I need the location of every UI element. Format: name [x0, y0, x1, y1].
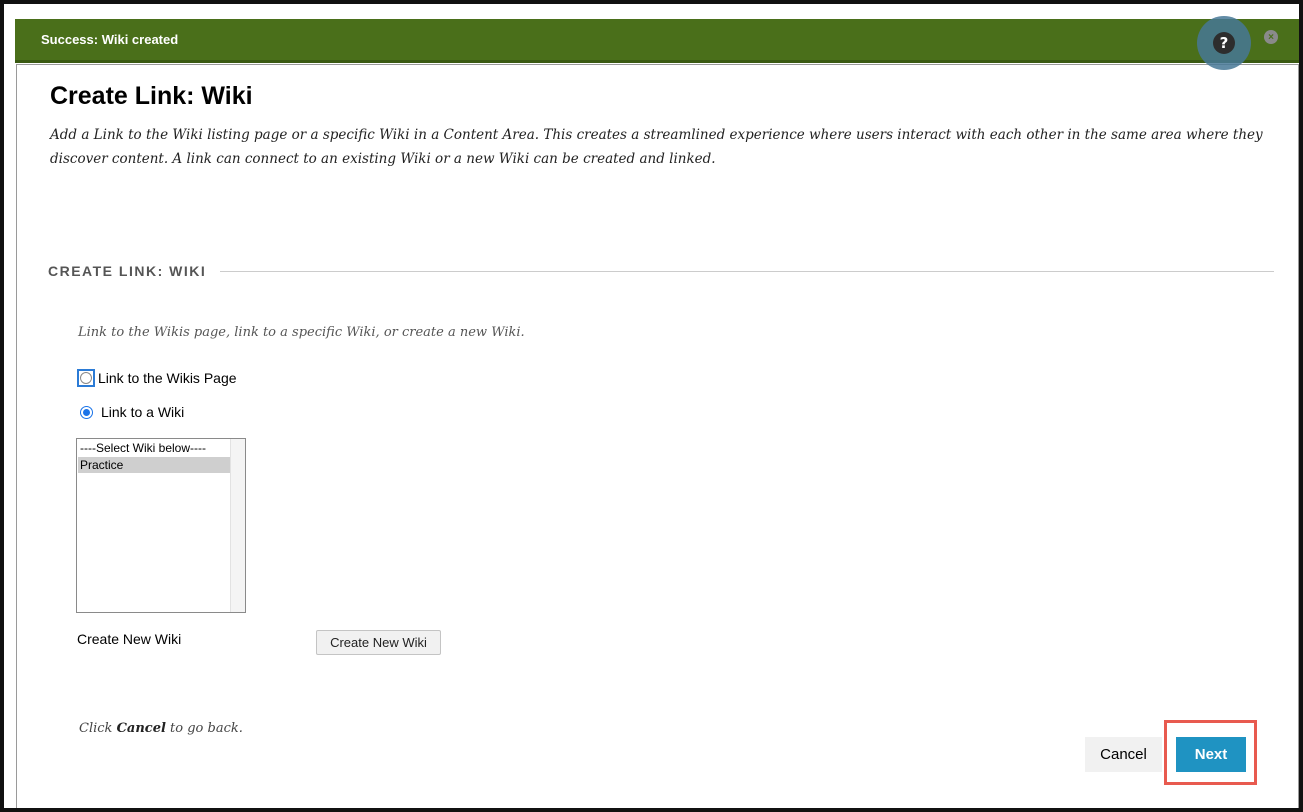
wiki-option-practice[interactable]: Practice: [78, 457, 230, 473]
footer-note: Click Cancel to go back.: [79, 721, 243, 736]
radio-checked-icon[interactable]: [80, 405, 93, 419]
next-button[interactable]: Next: [1176, 737, 1246, 772]
radio-dot: [83, 408, 90, 416]
create-new-wiki-button[interactable]: Create New Wiki: [316, 630, 441, 655]
wiki-select-list[interactable]: ----Select Wiki below---- Practice: [76, 438, 246, 613]
success-notification-bar: Success: Wiki created: [15, 19, 1299, 63]
help-button[interactable]: ?: [1197, 16, 1251, 70]
radio-link-to-wiki-label: Link to a Wiki: [101, 404, 185, 420]
radio-link-wikis-page-label: Link to the Wikis Page: [98, 370, 237, 386]
window-frame: Success: Wiki created ? × Create Link: W…: [0, 0, 1303, 812]
section-instructions: Link to the Wikis page, link to a specif…: [78, 325, 525, 340]
radio-focus-ring: [77, 369, 95, 387]
close-icon[interactable]: ×: [1264, 30, 1278, 44]
page-description: Add a Link to the Wiki listing page or a…: [50, 127, 1263, 167]
wiki-option-placeholder[interactable]: ----Select Wiki below----: [78, 440, 230, 456]
section-divider: [220, 270, 1274, 272]
footer-note-prefix: Click: [79, 721, 117, 736]
radio-link-to-wiki[interactable]: Link to a Wiki: [80, 404, 184, 420]
footer-note-suffix: to go back.: [165, 721, 243, 736]
list-scrollbar[interactable]: [230, 439, 245, 612]
cancel-button[interactable]: Cancel: [1085, 737, 1162, 772]
help-icon: ?: [1213, 32, 1235, 54]
section-heading: CREATE LINK: WIKI: [48, 263, 207, 279]
create-new-wiki-label: Create New Wiki: [77, 631, 182, 647]
radio-link-wikis-page[interactable]: Link to the Wikis Page: [77, 369, 237, 387]
section-header: CREATE LINK: WIKI: [48, 263, 1274, 279]
radio-unchecked-icon[interactable]: [80, 372, 92, 384]
success-message: Success: Wiki created: [41, 32, 179, 47]
footer-note-cancel: Cancel: [116, 721, 166, 736]
page-title: Create Link: Wiki: [50, 82, 253, 110]
